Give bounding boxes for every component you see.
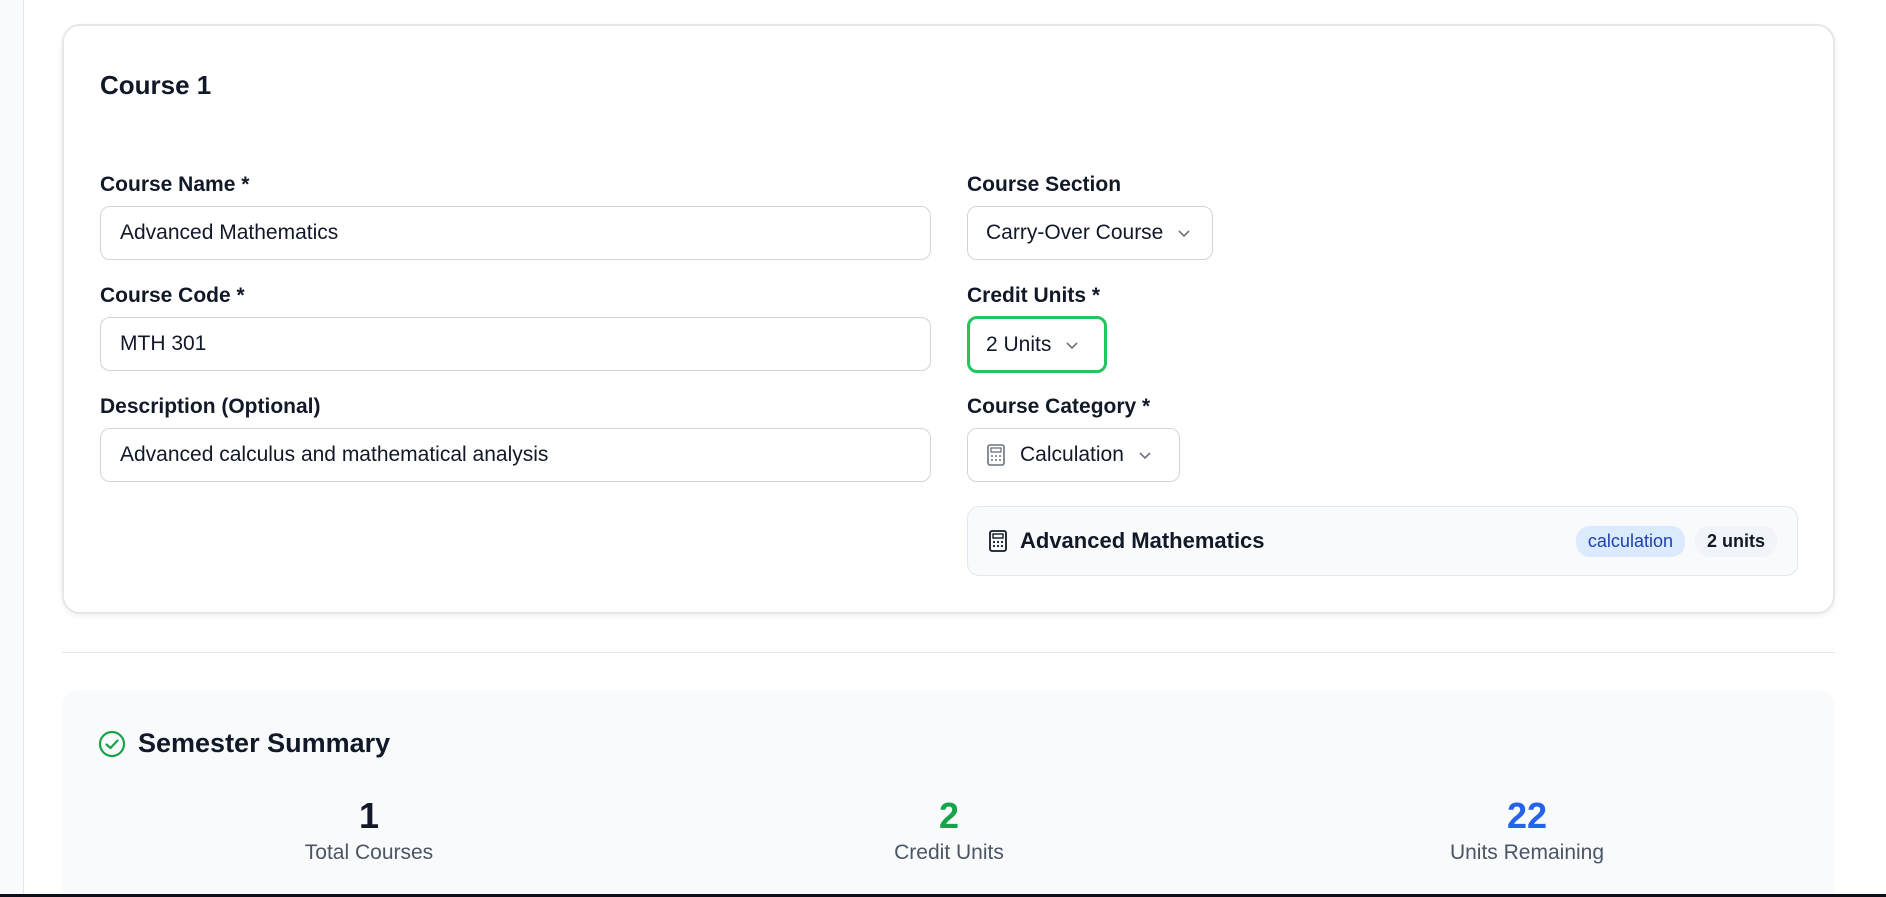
stat-value: 1 bbox=[358, 795, 380, 836]
stat-total-courses: 1 Total Courses bbox=[219, 795, 519, 865]
course-category-label: Course Category * bbox=[967, 395, 1151, 418]
chevron-down-icon bbox=[1138, 448, 1152, 462]
description-value: Advanced calculus and mathematical analy… bbox=[120, 443, 549, 466]
stat-label: Total Courses bbox=[304, 841, 434, 864]
credit-units-select[interactable]: 2 Units bbox=[967, 316, 1107, 373]
description-label: Description (Optional) bbox=[100, 395, 321, 418]
course-category-value: Calculation bbox=[1020, 443, 1124, 466]
calculator-icon bbox=[988, 530, 1008, 552]
calculator-icon bbox=[986, 444, 1006, 466]
category-badge: calculation bbox=[1575, 525, 1685, 557]
section-divider bbox=[62, 652, 1835, 653]
description-input[interactable]: Advanced calculus and mathematical analy… bbox=[100, 428, 931, 482]
chevron-down-icon bbox=[1065, 338, 1079, 352]
stat-credit-units: 2 Credit Units bbox=[799, 795, 1099, 865]
course-name-value: Advanced Mathematics bbox=[120, 221, 339, 244]
stat-label: Credit Units bbox=[894, 841, 1004, 864]
stat-value: 22 bbox=[1506, 795, 1548, 836]
stat-value: 2 bbox=[938, 795, 960, 836]
preview-course-name: Advanced Mathematics bbox=[1020, 528, 1265, 553]
course-preview: Advanced Mathematics calculation 2 units bbox=[967, 506, 1798, 576]
course-section-select[interactable]: Carry-Over Course bbox=[967, 206, 1213, 260]
course-category-select[interactable]: Calculation bbox=[967, 428, 1180, 482]
chevron-down-icon bbox=[1177, 226, 1191, 240]
stat-label: Units Remaining bbox=[1449, 841, 1605, 864]
course-code-label: Course Code * bbox=[100, 284, 245, 307]
course-section-value: Carry-Over Course bbox=[986, 221, 1164, 244]
course-card-title: Course 1 bbox=[100, 70, 212, 100]
course-section-label: Course Section bbox=[967, 173, 1122, 196]
semester-summary-title: Semester Summary bbox=[138, 728, 391, 758]
credit-units-label: Credit Units * bbox=[967, 284, 1101, 307]
course-code-value: MTH 301 bbox=[120, 332, 207, 355]
semester-summary-header: Semester Summary bbox=[98, 728, 390, 759]
course-name-label: Course Name * bbox=[100, 173, 250, 196]
credit-units-value: 2 Units bbox=[986, 332, 1052, 356]
stat-units-remaining: 22 Units Remaining bbox=[1377, 795, 1677, 865]
left-rail bbox=[0, 0, 24, 897]
check-circle-icon bbox=[98, 730, 126, 758]
units-badge: 2 units bbox=[1694, 525, 1777, 557]
semester-summary-panel bbox=[62, 690, 1835, 897]
course-code-input[interactable]: MTH 301 bbox=[100, 317, 931, 371]
course-name-input[interactable]: Advanced Mathematics bbox=[100, 206, 931, 260]
